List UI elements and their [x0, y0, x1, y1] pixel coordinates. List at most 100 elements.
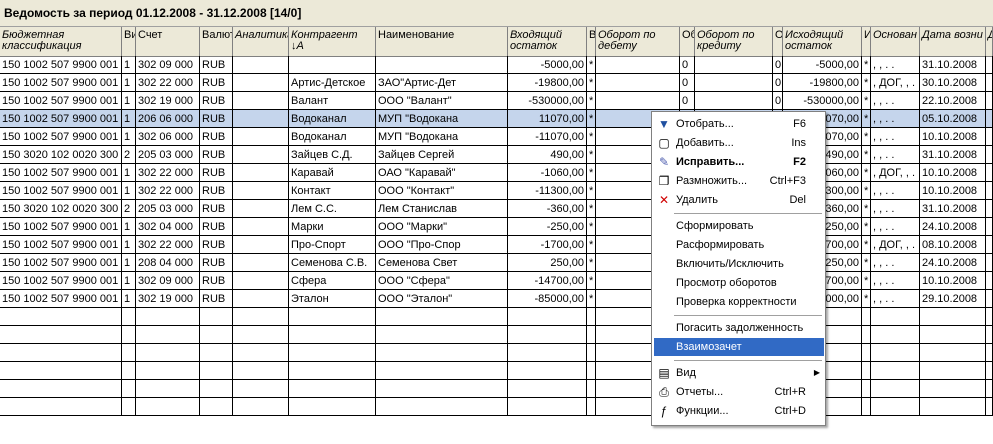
cell-vi2[interactable] [587, 308, 596, 326]
cell-o[interactable]: 0 [773, 92, 783, 110]
cell-vi[interactable] [122, 380, 136, 398]
cell-vi[interactable]: 1 [122, 110, 136, 128]
menu-item-item-10[interactable]: Проверка корректности [654, 293, 824, 311]
cell-vi[interactable]: 1 [122, 92, 136, 110]
menu-item-item-9[interactable]: Просмотр оборотов [654, 274, 824, 292]
cell-vi[interactable] [122, 326, 136, 344]
cell-basis[interactable] [871, 380, 920, 398]
cell-vi2[interactable]: * [587, 200, 596, 218]
column-header-vi[interactable]: Ви [122, 27, 136, 56]
cell-credit-turnover[interactable] [695, 56, 773, 74]
cell-budget-class[interactable]: 150 1002 507 9900 001 [0, 272, 122, 290]
cell-budget-class[interactable] [0, 326, 122, 344]
column-header-name[interactable]: Наименование [376, 27, 508, 56]
empty-row[interactable] [0, 344, 993, 362]
table-row[interactable]: 150 3020 102 0020 300 2 205 03 000 RUB Зайце… [0, 146, 993, 164]
cell-account[interactable] [136, 362, 200, 380]
cell-counterparty[interactable] [289, 308, 376, 326]
cell-analytics[interactable] [233, 110, 289, 128]
cell-o[interactable]: 0 [773, 74, 783, 92]
cell-budget-class[interactable]: 150 1002 507 9900 001 [0, 110, 122, 128]
cell-date[interactable]: 31.10.2008 [920, 200, 986, 218]
cell-d[interactable] [986, 164, 993, 182]
cell-vi[interactable]: 1 [122, 164, 136, 182]
table-row[interactable]: 150 3020 102 0020 300 2 205 03 000 RUB Лем С… [0, 200, 993, 218]
column-header-debit-turnover[interactable]: Оборот по дебету [596, 27, 680, 56]
cell-analytics[interactable] [233, 200, 289, 218]
cell-name[interactable] [376, 344, 508, 362]
cell-budget-class[interactable] [0, 380, 122, 398]
cell-analytics[interactable] [233, 56, 289, 74]
cell-counterparty[interactable]: Артис-Детское [289, 74, 376, 92]
cell-credit-turnover[interactable] [695, 92, 773, 110]
cell-date[interactable]: 31.10.2008 [920, 56, 986, 74]
cell-name[interactable]: МУП "Водокана [376, 110, 508, 128]
cell-basis[interactable]: , , . . [871, 146, 920, 164]
cell-account[interactable]: 302 22 000 [136, 74, 200, 92]
cell-opening-balance[interactable]: 490,00 [508, 146, 587, 164]
cell-vi[interactable]: 1 [122, 272, 136, 290]
cell-counterparty[interactable]: Про-Спорт [289, 236, 376, 254]
cell-basis[interactable]: , , . . [871, 110, 920, 128]
cell-date[interactable] [920, 380, 986, 398]
cell-i[interactable] [862, 362, 871, 380]
cell-d[interactable] [986, 218, 993, 236]
cell-d[interactable] [986, 110, 993, 128]
cell-analytics[interactable] [233, 218, 289, 236]
table-row[interactable]: 150 1002 507 9900 001 1 302 22 000 RUB Артис… [0, 74, 993, 92]
cell-opening-balance[interactable]: -11300,00 [508, 182, 587, 200]
cell-basis[interactable]: , ДОГ, , . [871, 164, 920, 182]
cell-i[interactable]: * [862, 164, 871, 182]
cell-currency[interactable]: RUB [200, 272, 233, 290]
cell-vi[interactable] [122, 344, 136, 362]
cell-currency[interactable]: RUB [200, 92, 233, 110]
column-header-d[interactable]: Д [986, 27, 993, 56]
menu-item-item-7[interactable]: Расформировать [654, 236, 824, 254]
cell-d[interactable] [986, 290, 993, 308]
cell-basis[interactable]: , , . . [871, 218, 920, 236]
cell-account[interactable]: 206 06 000 [136, 110, 200, 128]
cell-date[interactable]: 22.10.2008 [920, 92, 986, 110]
cell-budget-class[interactable]: 150 3020 102 0020 300 [0, 146, 122, 164]
menu-item-edit[interactable]: ✎ Исправить... F2 [654, 153, 824, 171]
column-header-closing-balance[interactable]: Исходящий остаток [783, 27, 862, 56]
cell-opening-balance[interactable] [508, 398, 587, 416]
cell-date[interactable]: 10.10.2008 [920, 164, 986, 182]
cell-counterparty[interactable]: Марки [289, 218, 376, 236]
cell-analytics[interactable] [233, 92, 289, 110]
cell-i[interactable]: * [862, 92, 871, 110]
cell-vi[interactable]: 1 [122, 236, 136, 254]
cell-vi2[interactable]: * [587, 236, 596, 254]
cell-currency[interactable] [200, 326, 233, 344]
cell-counterparty[interactable]: Семенова С.В. [289, 254, 376, 272]
cell-basis[interactable]: , ДОГ, , . [871, 74, 920, 92]
empty-row[interactable] [0, 308, 993, 326]
cell-counterparty[interactable] [289, 344, 376, 362]
cell-opening-balance[interactable] [508, 362, 587, 380]
cell-name[interactable]: ООО "Сфера" [376, 272, 508, 290]
cell-opening-balance[interactable]: -14700,00 [508, 272, 587, 290]
cell-name[interactable]: ООО "Эталон" [376, 290, 508, 308]
cell-currency[interactable]: RUB [200, 236, 233, 254]
cell-d[interactable] [986, 146, 993, 164]
cell-i[interactable]: * [862, 200, 871, 218]
cell-vi[interactable]: 1 [122, 254, 136, 272]
cell-i[interactable]: * [862, 146, 871, 164]
table-row[interactable]: 150 1002 507 9900 001 1 302 22 000 RUB Карав… [0, 164, 993, 182]
column-header-opening-balance[interactable]: Входящий остаток [508, 27, 587, 56]
cell-counterparty[interactable] [289, 56, 376, 74]
cell-budget-class[interactable]: 150 1002 507 9900 001 [0, 74, 122, 92]
cell-account[interactable]: 205 03 000 [136, 146, 200, 164]
cell-opening-balance[interactable]: -19800,00 [508, 74, 587, 92]
cell-account[interactable]: 302 09 000 [136, 272, 200, 290]
cell-analytics[interactable] [233, 326, 289, 344]
cell-d[interactable] [986, 182, 993, 200]
cell-budget-class[interactable]: 150 1002 507 9900 001 [0, 128, 122, 146]
cell-counterparty[interactable]: Водоканал [289, 110, 376, 128]
empty-row[interactable] [0, 326, 993, 344]
cell-budget-class[interactable] [0, 398, 122, 416]
cell-analytics[interactable] [233, 272, 289, 290]
cell-vi2[interactable]: * [587, 92, 596, 110]
cell-basis[interactable]: , , . . [871, 182, 920, 200]
table-row[interactable]: 150 1002 507 9900 001 1 302 09 000 RUB Сфера… [0, 272, 993, 290]
